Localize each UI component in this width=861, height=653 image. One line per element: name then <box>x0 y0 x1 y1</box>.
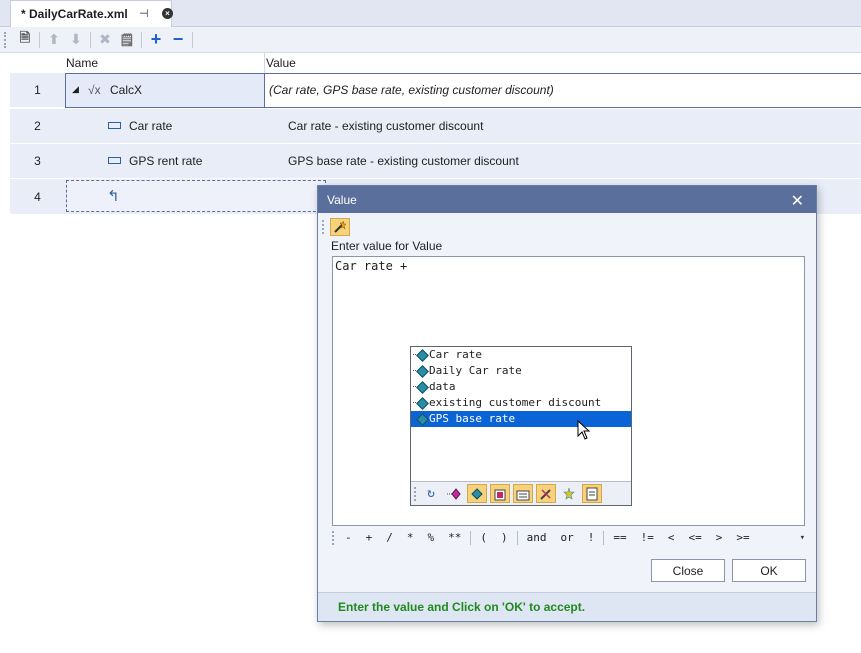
variable-icon <box>108 157 121 164</box>
toolbar-separator <box>90 31 91 48</box>
list-item[interactable]: Car rate <box>411 347 631 363</box>
variable-diamond-icon <box>413 365 427 377</box>
toolbar-separator <box>39 31 40 48</box>
header-divider <box>264 53 265 73</box>
toolbar-grip[interactable] <box>414 486 418 501</box>
operator-minus-button[interactable]: - <box>338 529 359 547</box>
pin-icon[interactable]: ⊣ <box>139 7 149 20</box>
close-tab-icon[interactable]: × <box>162 8 173 19</box>
toolbar-grip[interactable] <box>322 220 326 234</box>
operator-greater-than-button[interactable]: > <box>709 529 730 547</box>
remove-icon[interactable]: − <box>167 29 189 50</box>
function-filter-icon[interactable] <box>444 484 464 503</box>
row-number: 3 <box>34 154 41 168</box>
operator-plus-button[interactable]: + <box>359 529 380 547</box>
operator-separator <box>603 531 605 545</box>
dialog-status-bar: Enter the value and Click on 'OK' to acc… <box>318 592 816 621</box>
row-number: 2 <box>34 119 41 133</box>
new-row-cell[interactable] <box>66 180 326 212</box>
new-document-icon[interactable]: 🗎 <box>14 30 36 50</box>
popup-toolbar: ↻ <box>411 481 631 505</box>
close-button[interactable]: Close <box>651 559 725 582</box>
form-filter-icon[interactable] <box>513 484 533 503</box>
list-item[interactable]: data <box>411 379 631 395</box>
list-item[interactable]: existing customer discount <box>411 395 631 411</box>
variable-diamond-icon <box>413 349 427 361</box>
dialog-titlebar[interactable]: Value ✕ <box>318 186 816 213</box>
refresh-icon[interactable]: ↻ <box>421 484 441 503</box>
operator-power-button[interactable]: ** <box>441 529 468 547</box>
column-header-value[interactable]: Value <box>266 53 296 73</box>
collapse-arrow-icon[interactable]: ◢ <box>72 84 79 95</box>
row-name: Car rate <box>129 119 173 133</box>
operator-toolbar: - + / * % ** ( ) and or ! == != < <= > >… <box>332 526 805 550</box>
add-icon[interactable]: + <box>145 29 167 50</box>
operator-greater-equal-button[interactable]: >= <box>729 529 756 547</box>
operator-close-paren-button[interactable]: ) <box>494 529 515 547</box>
column-header-name[interactable]: Name <box>66 53 98 73</box>
operator-and-button[interactable]: and <box>520 529 554 547</box>
operator-open-paren-button[interactable]: ( <box>473 529 494 547</box>
operator-or-button[interactable]: or <box>554 529 581 547</box>
operator-separator <box>470 531 472 545</box>
operator-not-button[interactable]: ! <box>581 529 602 547</box>
operator-equals-button[interactable]: == <box>606 529 633 547</box>
row-name: GPS rent rate <box>129 154 203 168</box>
tab-dailycarrate[interactable]: * DailyCarRate.xml ⊣ × <box>10 0 173 27</box>
dialog-close-icon[interactable]: ✕ <box>791 191 804 211</box>
overflow-chevron-icon[interactable]: ▾ <box>800 533 805 543</box>
row-value: Car rate - existing customer discount <box>288 119 484 133</box>
row-value: GPS base rate - existing customer discou… <box>288 154 519 168</box>
row-value: (Car rate, GPS base rate, existing custo… <box>269 83 554 97</box>
delete-icon[interactable]: ✖ <box>94 30 116 50</box>
operator-separator <box>516 531 518 545</box>
variable-diamond-icon <box>413 397 427 409</box>
move-down-icon[interactable]: ⬇ <box>65 30 87 50</box>
variable-diamond-icon <box>413 381 427 393</box>
dialog-title: Value <box>327 192 357 207</box>
toolbar-separator <box>192 31 193 48</box>
toolbar-separator <box>141 31 142 48</box>
row-number: 1 <box>34 83 41 97</box>
operator-not-equals-button[interactable]: != <box>634 529 661 547</box>
document-filter-icon[interactable] <box>582 484 602 503</box>
operator-less-than-button[interactable]: < <box>661 529 682 547</box>
operator-divide-button[interactable]: / <box>379 529 400 547</box>
table-filter-icon[interactable] <box>490 484 510 503</box>
mouse-cursor-icon <box>577 420 591 440</box>
tab-title: * DailyCarRate.xml <box>21 7 128 21</box>
variable-filter-icon[interactable] <box>467 484 487 503</box>
toolbar-grip[interactable] <box>332 531 336 545</box>
dialog-toolbar <box>322 217 350 237</box>
function-icon: √x <box>88 83 101 97</box>
value-prompt-label: Enter value for Value <box>331 239 443 253</box>
editor-text: Car rate + <box>335 259 408 273</box>
main-toolbar: 🗎 ⬆ ⬇ ✖ 🗒 + − <box>0 27 861 53</box>
return-icon: ↰ <box>107 188 120 205</box>
value-editor[interactable]: Car rate + Car rate Daily Car rate data … <box>332 256 805 526</box>
value-dialog: Value ✕ Enter value for Value Car rate +… <box>317 185 817 622</box>
document-tabstrip: * DailyCarRate.xml ⊣ × <box>0 0 861 27</box>
tool-filter-icon[interactable] <box>536 484 556 503</box>
list-item-selected[interactable]: GPS base rate <box>411 411 631 427</box>
operator-less-equal-button[interactable]: <= <box>682 529 709 547</box>
operator-multiply-button[interactable]: * <box>400 529 421 547</box>
magic-wand-icon[interactable] <box>330 218 350 236</box>
variable-icon <box>108 122 121 129</box>
sparkle-filter-icon[interactable] <box>559 484 579 503</box>
list-item[interactable]: Daily Car rate <box>411 363 631 379</box>
row-number: 4 <box>34 190 41 204</box>
autocomplete-popup: Car rate Daily Car rate data existing cu… <box>410 346 632 506</box>
row-name: CalcX <box>110 83 143 97</box>
operator-modulo-button[interactable]: % <box>421 529 442 547</box>
toolbar-grip[interactable] <box>4 31 8 48</box>
properties-icon[interactable]: 🗒 <box>116 30 138 50</box>
variable-diamond-icon <box>413 413 427 425</box>
ok-button[interactable]: OK <box>732 559 806 582</box>
move-up-icon[interactable]: ⬆ <box>43 30 65 50</box>
